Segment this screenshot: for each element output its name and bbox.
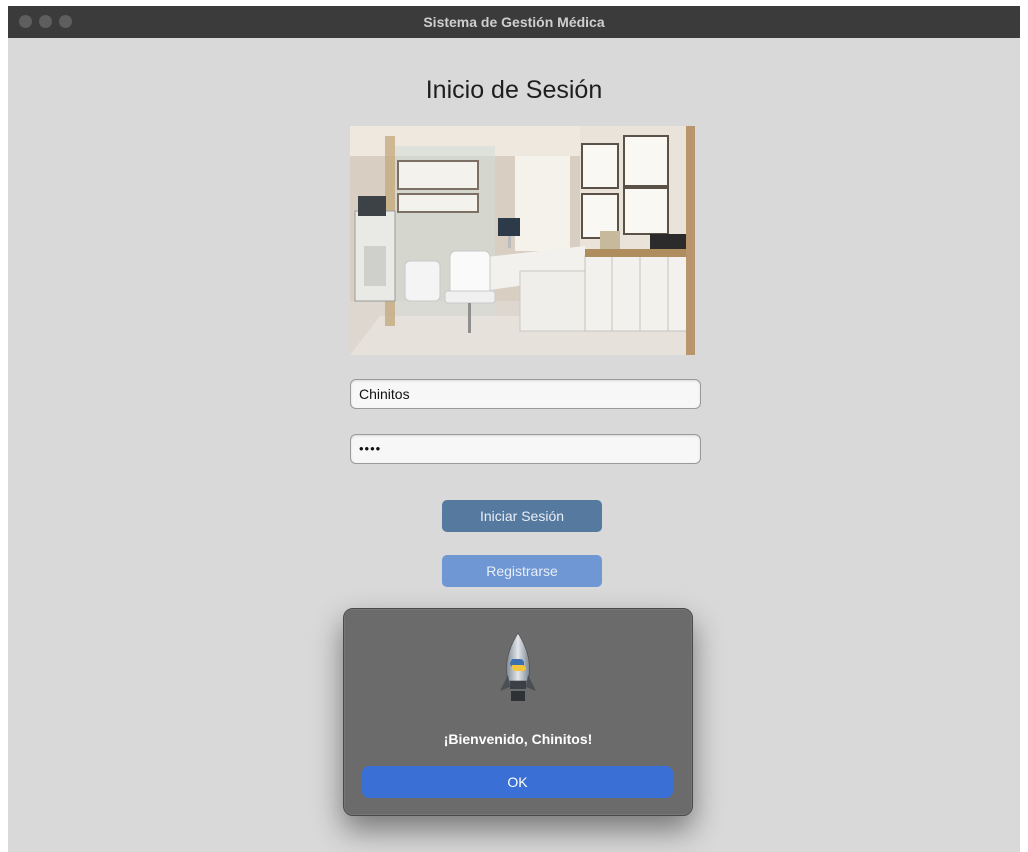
register-button[interactable]: Registrarse (442, 555, 602, 587)
password-input[interactable]: •••• (350, 434, 701, 464)
login-button[interactable]: Iniciar Sesión (442, 500, 602, 532)
window-title: Sistema de Gestión Médica (423, 14, 605, 30)
medical-office-image (350, 126, 695, 355)
dialog-message: ¡Bienvenido, Chinitos! (443, 731, 593, 747)
ok-button[interactable]: OK (362, 766, 673, 798)
python-rocket-icon (500, 632, 536, 701)
title-bar: Sistema de Gestión Médica (8, 6, 1020, 38)
app-window: Sistema de Gestión Médica Inicio de Sesi… (8, 6, 1020, 852)
username-input[interactable]: Chinitos (350, 379, 701, 409)
welcome-dialog: ¡Bienvenido, Chinitos! OK (343, 608, 693, 816)
page-title: Inicio de Sesión (425, 76, 603, 104)
